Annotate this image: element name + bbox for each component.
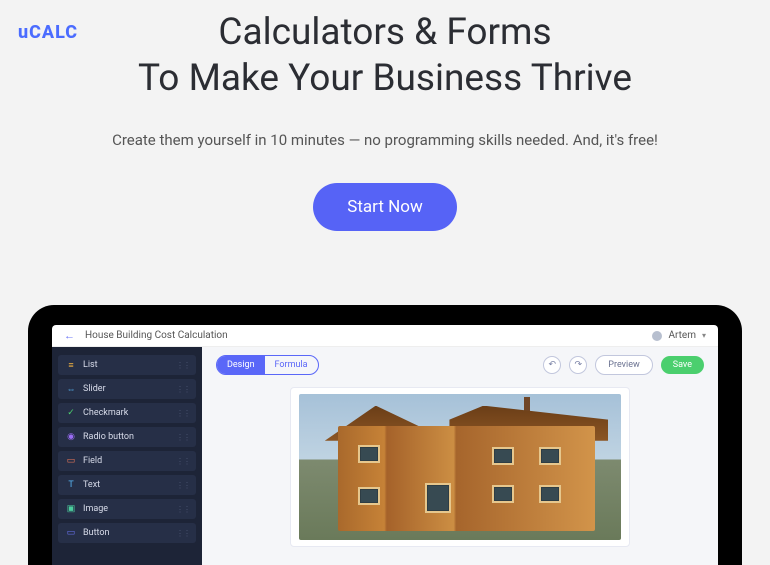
field-icon: ▭ [66, 456, 76, 466]
chevron-down-icon: ▾ [702, 331, 706, 340]
image-icon: ▣ [66, 504, 76, 514]
button-icon: ▭ [66, 528, 76, 538]
app-main: ≡ List ⋮⋮ ⇔ Slider ⋮⋮ ✓ Checkmark ⋮⋮ ◉ R… [52, 347, 718, 565]
drag-handle-icon: ⋮⋮ [176, 433, 190, 442]
form-card[interactable] [290, 387, 630, 547]
sidebar-item-radio[interactable]: ◉ Radio button ⋮⋮ [58, 427, 196, 447]
checkmark-icon: ✓ [66, 408, 76, 418]
hero-title-line1: Calculators & Forms [218, 11, 551, 54]
drag-handle-icon: ⋮⋮ [176, 409, 190, 418]
brand-logo[interactable]: uCALC [18, 22, 78, 43]
sidebar-item-image[interactable]: ▣ Image ⋮⋮ [58, 499, 196, 519]
drag-handle-icon: ⋮⋮ [176, 361, 190, 370]
user-name: Artem [668, 330, 696, 341]
hero-section: Calculators & Forms To Make Your Busines… [0, 0, 770, 231]
sidebar-item-label: Slider [83, 384, 106, 394]
hero-subtitle: Create them yourself in 10 minutes — no … [0, 131, 770, 149]
user-menu[interactable]: Artem ▾ [652, 330, 706, 341]
canvas-toolbar: Design Formula ↶ ↷ Preview Save [202, 347, 718, 383]
redo-button[interactable]: ↷ [569, 356, 587, 374]
radio-icon: ◉ [66, 432, 76, 442]
drag-handle-icon: ⋮⋮ [176, 481, 190, 490]
preview-button[interactable]: Preview [595, 355, 652, 375]
sidebar-item-label: Field [83, 456, 102, 466]
sidebar-item-list[interactable]: ≡ List ⋮⋮ [58, 355, 196, 375]
drag-handle-icon: ⋮⋮ [176, 385, 190, 394]
sidebar-item-label: Checkmark [83, 408, 128, 418]
project-title: House Building Cost Calculation [85, 330, 652, 341]
undo-button[interactable]: ↶ [543, 356, 561, 374]
sidebar-item-slider[interactable]: ⇔ Slider ⋮⋮ [58, 379, 196, 399]
house-image [299, 394, 621, 540]
hero-title-line2: To Make Your Business Thrive [138, 57, 632, 100]
sidebar-item-checkmark[interactable]: ✓ Checkmark ⋮⋮ [58, 403, 196, 423]
drag-handle-icon: ⋮⋮ [176, 529, 190, 538]
avatar-icon [652, 331, 662, 341]
canvas-body[interactable] [202, 383, 718, 565]
sidebar-item-label: Button [83, 528, 109, 538]
device-mockup: ← House Building Cost Calculation Artem … [28, 305, 742, 565]
sidebar-item-field[interactable]: ▭ Field ⋮⋮ [58, 451, 196, 471]
sidebar-item-label: Radio button [83, 432, 134, 442]
app-topbar: ← House Building Cost Calculation Artem … [52, 325, 718, 347]
mode-toggle: Design Formula [216, 355, 319, 375]
app-screen: ← House Building Cost Calculation Artem … [52, 325, 718, 565]
tab-design[interactable]: Design [217, 356, 265, 374]
sidebar-item-text[interactable]: T Text ⋮⋮ [58, 475, 196, 495]
hero-title: Calculators & Forms To Make Your Busines… [0, 10, 770, 103]
house-chimney [524, 397, 530, 411]
sidebar-item-label: Text [83, 480, 100, 490]
tab-formula[interactable]: Formula [265, 356, 318, 374]
component-sidebar: ≡ List ⋮⋮ ⇔ Slider ⋮⋮ ✓ Checkmark ⋮⋮ ◉ R… [52, 347, 202, 565]
sidebar-item-button[interactable]: ▭ Button ⋮⋮ [58, 523, 196, 543]
sidebar-item-label: List [83, 360, 98, 370]
text-icon: T [66, 480, 76, 490]
drag-handle-icon: ⋮⋮ [176, 505, 190, 514]
start-now-button[interactable]: Start Now [313, 183, 456, 231]
sidebar-item-label: Image [83, 504, 108, 514]
back-button[interactable]: ← [64, 329, 75, 342]
drag-handle-icon: ⋮⋮ [176, 457, 190, 466]
slider-icon: ⇔ [66, 384, 76, 394]
list-icon: ≡ [66, 360, 76, 370]
house-body [338, 426, 596, 531]
save-button[interactable]: Save [661, 356, 704, 374]
editor-canvas: Design Formula ↶ ↷ Preview Save [202, 347, 718, 565]
